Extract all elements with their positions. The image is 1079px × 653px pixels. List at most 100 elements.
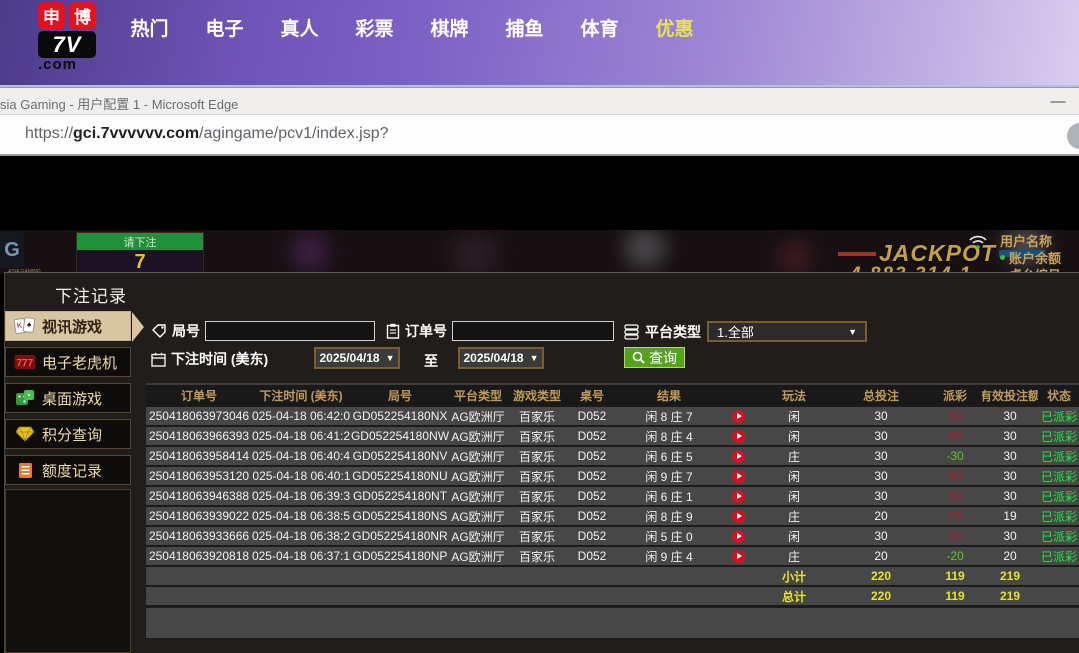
cell-status: 已派彩 xyxy=(1040,529,1077,544)
cell-status: 已派彩 xyxy=(1040,469,1077,484)
sidebar-item-4[interactable]: 积分查询 xyxy=(5,419,131,449)
cell-bet: 30 xyxy=(874,489,888,503)
cell-time: 2025-04-18 06:38:54 xyxy=(252,509,350,523)
cell-platform: AG欧洲厅 xyxy=(451,509,505,524)
cell-bet: 30 xyxy=(874,529,888,543)
play-video-icon[interactable] xyxy=(731,509,745,523)
column-header: 有效投注额 xyxy=(982,388,1038,403)
round-id-input[interactable] xyxy=(205,321,375,341)
cell-bet: 30 xyxy=(874,449,888,463)
cell-status: 已派彩 xyxy=(1040,409,1077,424)
table-filler-area xyxy=(146,605,1079,638)
video-cell xyxy=(722,487,754,505)
order-id-input[interactable] xyxy=(452,321,614,341)
cell-result: 闲 8 庄 4 xyxy=(645,429,693,444)
sidebar-item-2[interactable]: 777 电子老虎机 xyxy=(5,347,131,377)
play-video-icon[interactable] xyxy=(731,449,745,463)
site-logo[interactable]: 申 博 7V .com xyxy=(38,2,102,72)
sidebar-item-5[interactable]: 额度记录 xyxy=(5,455,131,485)
cell-payout: 30 xyxy=(948,409,962,423)
play-video-icon[interactable] xyxy=(731,409,745,423)
video-cell xyxy=(722,427,754,445)
table-cell xyxy=(616,567,722,585)
search-icon xyxy=(632,351,645,364)
table-row: 2504180639390222025-04-18 06:38:54GD0522… xyxy=(146,505,1079,525)
play-video-icon[interactable] xyxy=(731,489,745,503)
cell-play: 庄 xyxy=(787,509,800,524)
cell-result: 闲 9 庄 7 xyxy=(645,469,693,484)
minimize-button[interactable]: — xyxy=(1045,90,1071,112)
bet-time-label: 下注时间 (美东) xyxy=(171,351,269,367)
cell-result: 闲 8 庄 7 xyxy=(645,409,693,424)
nav-item-6[interactable]: 捕鱼 xyxy=(487,14,562,41)
cell-play: 庄 xyxy=(787,549,800,564)
platform-type-select[interactable]: 1.全部 ▼ xyxy=(707,321,867,342)
play-video-icon[interactable] xyxy=(731,529,745,543)
cell-game: 百家乐 xyxy=(518,529,555,544)
table-row: 2504180639730462025-04-18 06:42:03GD0522… xyxy=(146,405,1079,425)
logo-badge-2: 博 xyxy=(69,2,96,29)
table-cell xyxy=(506,567,568,585)
sidebar-item-1[interactable]: K ♠ 视讯游戏 xyxy=(5,311,144,342)
cell-platform: AG欧洲厅 xyxy=(451,409,505,424)
subtotal-row-play: 小计 xyxy=(781,569,806,584)
nav-item-2[interactable]: 电子 xyxy=(187,14,262,41)
cell-game: 百家乐 xyxy=(518,509,555,524)
url-path: /agingame/pcv1/index.jsp? xyxy=(199,125,389,142)
nav-item-5[interactable]: 棋牌 xyxy=(412,14,487,41)
column-header: 桌号 xyxy=(579,388,604,403)
sidebar-empty-box xyxy=(5,489,131,653)
platform-type-label: 平台类型 xyxy=(645,323,701,340)
nav-item-1[interactable]: 热门 xyxy=(112,14,187,41)
cell-game: 百家乐 xyxy=(518,489,555,504)
active-arrow-icon xyxy=(132,312,144,342)
cell-result: 闲 6 庄 1 xyxy=(645,489,693,504)
date-from-picker[interactable]: 2025/04/18 ▼ xyxy=(314,347,400,369)
cell-order: 250418063966393 xyxy=(148,429,250,443)
sidebar-item-3[interactable]: 桌面游戏 xyxy=(5,383,131,413)
search-button[interactable]: 查询 xyxy=(624,347,685,368)
cell-valid: 20 xyxy=(1003,549,1017,563)
table-cell xyxy=(568,587,616,605)
total-row-bet: 220 xyxy=(870,589,892,603)
url-text[interactable]: https://gci.7vvvvvv.com/agingame/pcv1/in… xyxy=(25,125,389,143)
column-header: 订单号 xyxy=(180,388,217,403)
table-cell xyxy=(252,567,350,585)
cell-time: 2025-04-18 06:42:03 xyxy=(252,409,350,423)
play-video-icon[interactable] xyxy=(731,469,745,483)
table-cell xyxy=(722,567,754,585)
column-header: 局号 xyxy=(387,388,412,403)
column-header: 派彩 xyxy=(942,388,967,403)
filter-bar: 局号 订单号 平台类型 1.全部 ▼ 下注时间 (美东) 2025/04/18 … xyxy=(146,311,1079,383)
dice-icon xyxy=(14,388,36,408)
cell-payout: 19 xyxy=(948,509,962,523)
table-cell xyxy=(450,587,506,605)
nav-item-3[interactable]: 真人 xyxy=(262,14,337,41)
cell-status: 已派彩 xyxy=(1040,509,1077,524)
total-row-payout: 119 xyxy=(945,589,965,603)
column-header: 总投注 xyxy=(862,388,899,403)
urlbar-partial-icon xyxy=(1067,123,1079,149)
platform-type-value: 1.全部 xyxy=(717,325,754,340)
table-row: 2504180639463882025-04-18 06:39:34GD0522… xyxy=(146,485,1079,505)
cell-bet: 30 xyxy=(874,409,888,423)
cell-valid: 30 xyxy=(1003,469,1017,483)
date-to-picker[interactable]: 2025/04/18 ▼ xyxy=(458,347,544,369)
cell-round: GD052254180NT xyxy=(352,489,448,503)
nav-item-8[interactable]: 优惠 xyxy=(637,14,712,41)
cell-order: 250418063953120 xyxy=(148,469,250,483)
chevron-down-icon: ▼ xyxy=(385,353,395,363)
cell-table: D052 xyxy=(577,509,607,523)
logo-com: .com xyxy=(38,56,78,73)
chevron-down-icon: ▼ xyxy=(848,326,857,337)
browser-urlbar[interactable]: https://gci.7vvvvvv.com/agingame/pcv1/in… xyxy=(0,115,1079,156)
play-video-icon[interactable] xyxy=(731,429,745,443)
total-row-play: 总计 xyxy=(781,589,806,604)
cell-valid: 30 xyxy=(1003,529,1017,543)
nav-item-7[interactable]: 体育 xyxy=(562,14,637,41)
table-cell xyxy=(450,567,506,585)
cell-valid: 30 xyxy=(1003,429,1017,443)
bet-prompt-label: 请下注 xyxy=(77,233,203,250)
nav-item-4[interactable]: 彩票 xyxy=(337,14,412,41)
play-video-icon[interactable] xyxy=(731,549,745,563)
